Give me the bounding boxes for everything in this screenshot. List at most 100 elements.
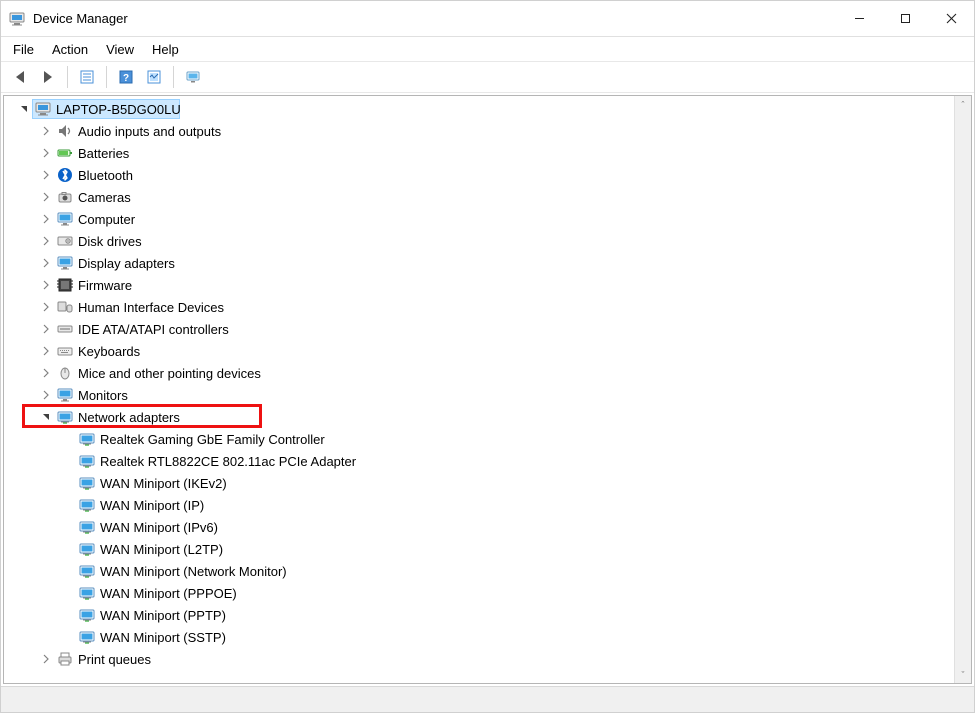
network-adapter-icon <box>78 628 96 646</box>
chevron-right-icon[interactable] <box>38 365 54 381</box>
tree-device[interactable]: WAN Miniport (Network Monitor) <box>4 560 954 582</box>
chevron-right-icon[interactable] <box>38 299 54 315</box>
disk-drives-icon <box>56 232 74 250</box>
chevron-right-icon[interactable] <box>38 277 54 293</box>
properties-button[interactable] <box>74 64 100 90</box>
chevron-down-icon[interactable] <box>16 101 32 117</box>
tree-device-label: WAN Miniport (IKEv2) <box>100 476 227 491</box>
toolbar-separator <box>106 66 107 88</box>
menu-help[interactable]: Help <box>146 40 191 59</box>
monitors-icon <box>56 386 74 404</box>
tree-category-label: Human Interface Devices <box>78 300 224 315</box>
chevron-right-icon[interactable] <box>38 189 54 205</box>
tree-device-label: WAN Miniport (IP) <box>100 498 204 513</box>
tree-category-firmware[interactable]: Firmware <box>4 274 954 296</box>
maximize-button[interactable] <box>882 1 928 36</box>
title-bar: Device Manager <box>1 1 974 37</box>
tree-category-computer[interactable]: Computer <box>4 208 954 230</box>
computer-icon <box>34 100 52 118</box>
chevron-down-icon[interactable] <box>38 409 54 425</box>
print-queues-icon <box>56 650 74 668</box>
chevron-right-icon[interactable] <box>38 145 54 161</box>
tree-device[interactable]: WAN Miniport (SSTP) <box>4 626 954 648</box>
tree-category-keyboards[interactable]: Keyboards <box>4 340 954 362</box>
tree-category-label: Audio inputs and outputs <box>78 124 221 139</box>
tree-device[interactable]: WAN Miniport (IKEv2) <box>4 472 954 494</box>
tree-category-label: IDE ATA/ATAPI controllers <box>78 322 229 337</box>
chevron-right-icon[interactable] <box>38 123 54 139</box>
chevron-right-icon[interactable] <box>38 321 54 337</box>
firmware-icon <box>56 276 74 294</box>
chevron-right-icon[interactable] <box>38 211 54 227</box>
app-icon <box>9 11 25 27</box>
tree-category-cameras[interactable]: Cameras <box>4 186 954 208</box>
tree-root[interactable]: LAPTOP-B5DGO0LU <box>4 98 954 120</box>
toolbar-separator <box>67 66 68 88</box>
toolbar <box>1 61 974 93</box>
tree-category-audio-inputs-and-outputs[interactable]: Audio inputs and outputs <box>4 120 954 142</box>
scroll-up-icon[interactable]: ˆ <box>955 96 971 113</box>
tree-device[interactable]: Realtek Gaming GbE Family Controller <box>4 428 954 450</box>
tree-device[interactable]: WAN Miniport (IPv6) <box>4 516 954 538</box>
status-bar <box>1 686 974 712</box>
cameras-icon <box>56 188 74 206</box>
tree-category-bluetooth[interactable]: Bluetooth <box>4 164 954 186</box>
network-adapter-icon <box>78 584 96 602</box>
menu-action[interactable]: Action <box>46 40 100 59</box>
tree-root-label: LAPTOP-B5DGO0LU <box>56 102 181 117</box>
network-adapter-icon <box>78 606 96 624</box>
tree-category-print-queues[interactable]: Print queues <box>4 648 954 670</box>
help-button[interactable] <box>113 64 139 90</box>
chevron-right-icon[interactable] <box>38 255 54 271</box>
chevron-right-icon[interactable] <box>38 233 54 249</box>
tree-device[interactable]: WAN Miniport (PPTP) <box>4 604 954 626</box>
tree-category-disk-drives[interactable]: Disk drives <box>4 230 954 252</box>
tree-category-monitors[interactable]: Monitors <box>4 384 954 406</box>
toolbar-separator <box>173 66 174 88</box>
menu-file[interactable]: File <box>7 40 46 59</box>
tree-category-label: Mice and other pointing devices <box>78 366 261 381</box>
forward-button[interactable] <box>35 64 61 90</box>
computer-icon <box>56 210 74 228</box>
menu-bar: File Action View Help <box>1 37 974 61</box>
chevron-right-icon[interactable] <box>38 651 54 667</box>
scroll-down-icon[interactable]: ˇ <box>955 666 971 683</box>
back-button[interactable] <box>7 64 33 90</box>
audio-inputs-and-outputs-icon <box>56 122 74 140</box>
chevron-right-icon[interactable] <box>38 167 54 183</box>
network-adapter-icon <box>78 540 96 558</box>
tree-category-display-adapters[interactable]: Display adapters <box>4 252 954 274</box>
chevron-right-icon[interactable] <box>38 387 54 403</box>
tree-category-batteries[interactable]: Batteries <box>4 142 954 164</box>
tree-device[interactable]: WAN Miniport (L2TP) <box>4 538 954 560</box>
tree-category-human-interface-devices[interactable]: Human Interface Devices <box>4 296 954 318</box>
tree-category-label: Disk drives <box>78 234 142 249</box>
tree-category-label: Keyboards <box>78 344 140 359</box>
tree-category-label: Monitors <box>78 388 128 403</box>
tree-pane: LAPTOP-B5DGO0LU Audio inputs and outputs B… <box>3 95 972 684</box>
vertical-scrollbar[interactable]: ˆ ˇ <box>954 96 971 683</box>
chevron-right-icon[interactable] <box>38 343 54 359</box>
minimize-button[interactable] <box>836 1 882 36</box>
view-devices-button[interactable] <box>180 64 206 90</box>
tree-category-label: Bluetooth <box>78 168 133 183</box>
tree-category-ide-ata-atapi-controllers[interactable]: IDE ATA/ATAPI controllers <box>4 318 954 340</box>
tree-device-label: WAN Miniport (PPTP) <box>100 608 226 623</box>
tree-device[interactable]: WAN Miniport (PPPOE) <box>4 582 954 604</box>
tree-device-label: WAN Miniport (Network Monitor) <box>100 564 287 579</box>
close-button[interactable] <box>928 1 974 36</box>
mice-and-other-pointing-devices-icon <box>56 364 74 382</box>
tree-device[interactable]: WAN Miniport (IP) <box>4 494 954 516</box>
tree-category-mice-and-other-pointing-devices[interactable]: Mice and other pointing devices <box>4 362 954 384</box>
tree-device[interactable]: Realtek RTL8822CE 802.11ac PCIe Adapter <box>4 450 954 472</box>
device-tree[interactable]: LAPTOP-B5DGO0LU Audio inputs and outputs B… <box>4 96 954 683</box>
menu-view[interactable]: View <box>100 40 146 59</box>
keyboards-icon <box>56 342 74 360</box>
tree-device-label: Realtek Gaming GbE Family Controller <box>100 432 325 447</box>
batteries-icon <box>56 144 74 162</box>
tree-category-label: Display adapters <box>78 256 175 271</box>
tree-category-label: Computer <box>78 212 135 227</box>
tree-category-network-adapters[interactable]: Network adapters <box>4 406 954 428</box>
scan-button[interactable] <box>141 64 167 90</box>
tree-device-label: WAN Miniport (IPv6) <box>100 520 218 535</box>
